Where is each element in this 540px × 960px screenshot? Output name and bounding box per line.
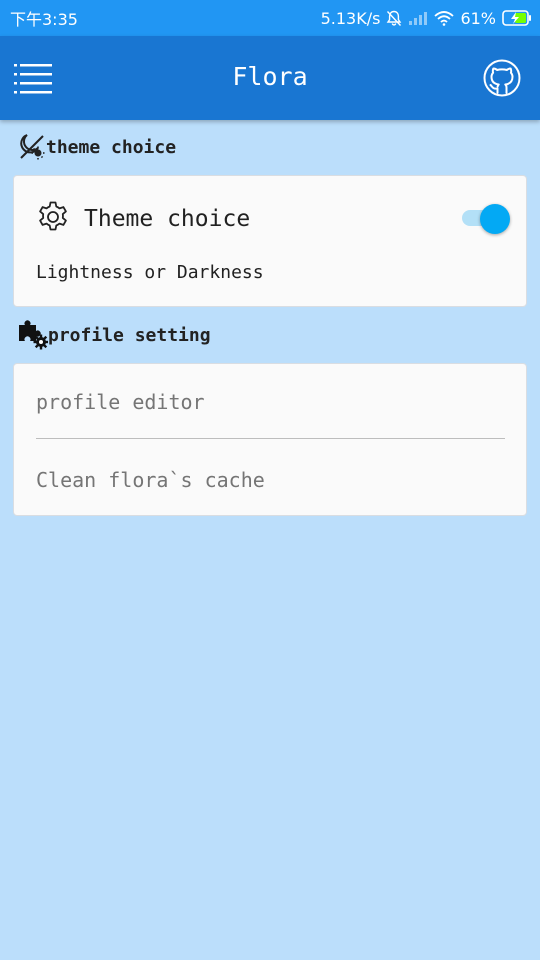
section-header-theme: theme choice xyxy=(18,133,176,161)
profile-card: profile editor Clean flora`s cache xyxy=(13,363,527,516)
cell-signal-icon xyxy=(408,11,428,26)
theme-row: Theme choice xyxy=(36,200,250,238)
app-bar: Flora xyxy=(0,36,540,120)
network-speed: 5.13K/s xyxy=(320,8,381,28)
clean-cache-item[interactable]: Clean flora`s cache xyxy=(36,468,265,492)
wifi-icon xyxy=(434,10,455,26)
profile-editor-item[interactable]: profile editor xyxy=(36,390,205,414)
gear-icon xyxy=(36,200,70,238)
section-header-label: profile setting xyxy=(48,324,211,346)
status-indicators: 5.13K/s 61% xyxy=(321,9,532,28)
status-time: 下午3:35 xyxy=(10,10,78,29)
divider xyxy=(36,438,505,439)
status-bar: 下午3:35 5.13K/s 61% xyxy=(0,0,540,36)
theme-icon xyxy=(18,133,46,161)
theme-choice-subtitle: Lightness or Darkness xyxy=(36,262,264,283)
bell-muted-icon xyxy=(386,10,402,27)
battery-charging-icon xyxy=(502,10,532,26)
section-header-label: theme choice xyxy=(46,136,177,158)
theme-choice-title: Theme choice xyxy=(84,206,251,232)
theme-toggle[interactable] xyxy=(462,204,510,234)
app-title: Flora xyxy=(232,62,308,91)
theme-card: Theme choice Lightness or Darkness xyxy=(13,175,527,307)
toggle-thumb xyxy=(480,204,510,234)
battery-percent: 61% xyxy=(460,8,496,28)
section-header-profile: profile setting xyxy=(18,320,211,350)
github-icon[interactable] xyxy=(483,59,521,97)
puzzle-gear-icon xyxy=(18,320,48,350)
